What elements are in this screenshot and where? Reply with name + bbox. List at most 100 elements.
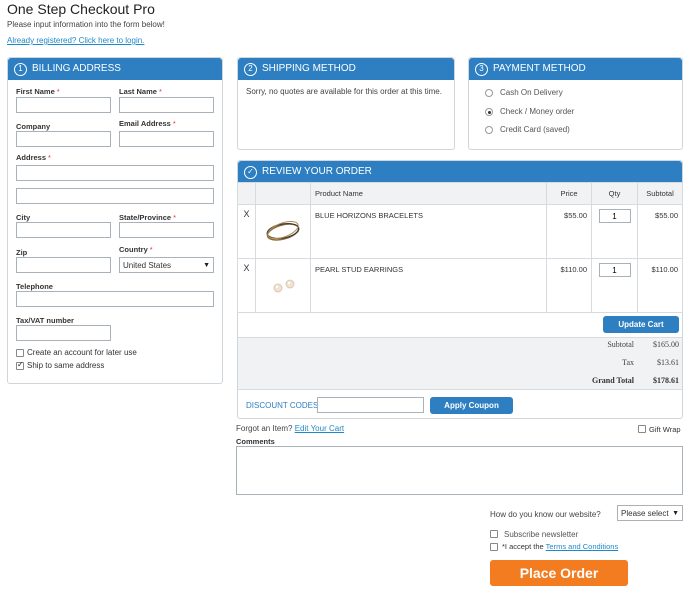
city-input[interactable]: [16, 222, 111, 238]
billing-heading: BILLING ADDRESS: [32, 63, 121, 74]
first-name-label: First Name *: [16, 87, 60, 96]
place-order-button[interactable]: Place Order: [490, 560, 628, 586]
payment-label-credit: Credit Card (saved): [500, 125, 570, 134]
payment-panel: 3 PAYMENT METHOD: [468, 57, 683, 150]
telephone-input[interactable]: [16, 291, 214, 307]
forgot-item: Forgot an Item? Edit Your Cart: [236, 424, 344, 433]
first-name-input[interactable]: [16, 97, 111, 113]
accept-terms-label: *I accept the Terms and Conditions: [502, 542, 618, 551]
company-input[interactable]: [16, 131, 111, 147]
payment-radio-check[interactable]: [485, 108, 493, 116]
payment-header: 3 PAYMENT METHOD: [469, 58, 682, 80]
payment-radio-credit[interactable]: [485, 126, 493, 134]
tax-total-label: Tax: [622, 358, 634, 367]
product-name: BLUE HORIZONS BRACELETS: [310, 204, 547, 259]
city-label: City: [16, 213, 31, 222]
email-input[interactable]: [119, 131, 214, 147]
comments-label: Comments: [236, 437, 275, 446]
email-label: Email Address *: [119, 119, 176, 128]
step-1-icon: 1: [14, 62, 27, 76]
create-account-label: Create an account for later use: [27, 348, 137, 357]
review-heading: REVIEW YOUR ORDER: [262, 166, 372, 177]
qty-input[interactable]: [598, 209, 631, 223]
country-label: Country *: [119, 245, 153, 254]
update-cart-button[interactable]: Update Cart: [603, 316, 679, 333]
checkmark-icon: ✓: [244, 165, 257, 179]
accept-terms-checkbox[interactable]: [490, 543, 498, 551]
product-image: [255, 258, 311, 313]
subscribe-checkbox[interactable]: [490, 530, 498, 538]
table-row: X PEARL STUD EARRINGS $110.00 $110.00: [237, 258, 683, 313]
earrings-icon: [273, 279, 295, 292]
product-subtotal: $110.00: [637, 258, 683, 313]
last-name-label: Last Name *: [119, 87, 162, 96]
chevron-down-icon: ▼: [203, 261, 210, 269]
payment-radio-cod[interactable]: [485, 89, 493, 97]
tax-label: Tax/VAT number: [16, 316, 74, 325]
order-table: Product Name Price Qty Subtotal X BLUE H…: [237, 182, 683, 313]
country-select[interactable]: United States ▼: [119, 257, 214, 273]
zip-input[interactable]: [16, 257, 111, 273]
product-price: $110.00: [546, 258, 592, 313]
subscribe-label: Subscribe newsletter: [504, 530, 579, 539]
step-3-icon: 3: [475, 62, 488, 76]
discount-code-input[interactable]: [317, 397, 424, 413]
gift-wrap-label: Gift Wrap: [649, 425, 681, 434]
tax-input[interactable]: [16, 325, 111, 341]
telephone-label: Telephone: [16, 282, 53, 291]
ship-same-checkbox[interactable]: [16, 360, 24, 370]
remove-item-button[interactable]: X: [237, 204, 256, 259]
qty-cell: [591, 258, 638, 313]
zip-label: Zip: [16, 248, 28, 257]
product-subtotal: $55.00: [637, 204, 683, 259]
col-price: Price: [546, 182, 592, 205]
address-label: Address *: [16, 153, 51, 162]
payment-label-check: Check / Money order: [500, 107, 575, 116]
address-line1-input[interactable]: [16, 165, 214, 181]
grand-total-label: Grand Total: [591, 376, 634, 385]
ship-same-label: Ship to same address: [27, 361, 105, 370]
apply-coupon-button[interactable]: Apply Coupon: [430, 397, 513, 414]
comments-textarea[interactable]: [236, 446, 683, 495]
shipping-panel: 2 SHIPPING METHOD Sorry, no quotes are a…: [237, 57, 455, 150]
bracelet-icon: [266, 220, 300, 241]
country-select-value: United States: [123, 260, 172, 270]
col-subtotal: Subtotal: [637, 182, 683, 205]
qty-input[interactable]: [598, 263, 631, 277]
shipping-message: Sorry, no quotes are available for this …: [246, 87, 442, 96]
col-product: Product Name: [310, 182, 547, 205]
address-line2-input[interactable]: [16, 188, 214, 204]
remove-item-button[interactable]: X: [237, 258, 256, 313]
state-label: State/Province *: [119, 213, 177, 222]
how-know-select[interactable]: Please select ▼: [617, 505, 683, 521]
how-know-select-value: Please select: [621, 508, 669, 518]
subtotal-label: Subtotal: [607, 340, 634, 349]
forgot-item-text: Forgot an Item?: [236, 424, 293, 433]
login-link[interactable]: Already registered? Click here to login.: [7, 36, 144, 45]
page-subtitle: Please input information into the form b…: [7, 20, 165, 29]
table-row: X BLUE HORIZONS BRACELETS $55.00 $55.00: [237, 204, 683, 259]
terms-link[interactable]: Terms and Conditions: [546, 542, 619, 551]
create-account-checkbox[interactable]: [16, 349, 24, 357]
step-2-icon: 2: [244, 62, 257, 76]
payment-label-cod: Cash On Delivery: [500, 88, 563, 97]
state-input[interactable]: [119, 222, 214, 238]
last-name-input[interactable]: [119, 97, 214, 113]
col-qty: Qty: [591, 182, 638, 205]
edit-cart-link[interactable]: Edit Your Cart: [295, 424, 344, 433]
product-name: PEARL STUD EARRINGS: [310, 258, 547, 313]
gift-wrap-checkbox[interactable]: [638, 425, 646, 433]
billing-header: 1 BILLING ADDRESS: [8, 58, 222, 80]
product-image: [255, 204, 311, 259]
tax-total-value: $13.61: [657, 358, 679, 367]
discount-label: DISCOUNT CODES: [246, 401, 319, 410]
how-know-label: How do you know our website?: [490, 510, 601, 519]
review-header: ✓ REVIEW YOUR ORDER: [238, 161, 682, 183]
chevron-down-icon: ▼: [672, 509, 679, 517]
page-title: One Step Checkout Pro: [7, 1, 155, 17]
accept-terms-prefix: *I accept the: [502, 542, 544, 551]
company-label: Company: [16, 122, 51, 131]
shipping-heading: SHIPPING METHOD: [262, 63, 356, 74]
grand-total-value: $178.61: [653, 376, 679, 385]
shipping-header: 2 SHIPPING METHOD: [238, 58, 454, 80]
